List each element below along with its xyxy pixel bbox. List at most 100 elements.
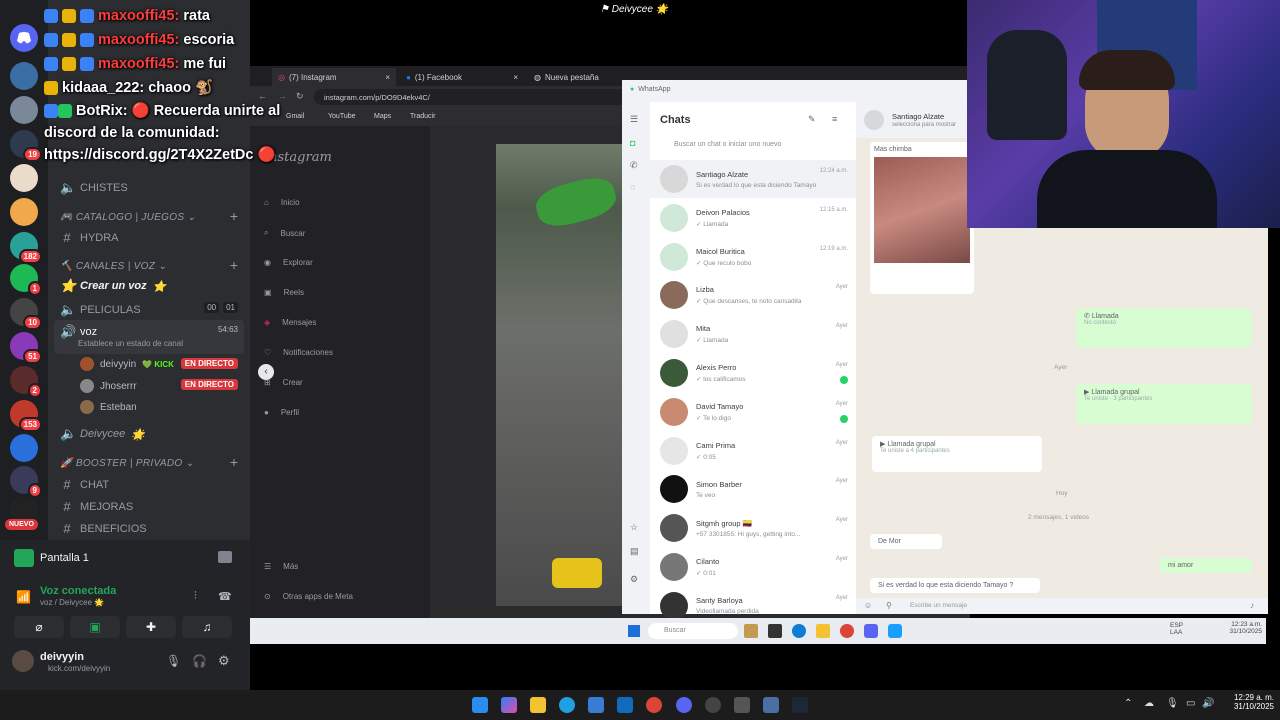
app-icon[interactable] <box>768 624 782 638</box>
outlook-icon[interactable] <box>617 697 633 713</box>
message-bubble[interactable]: mi amor <box>1160 558 1252 573</box>
contact-name[interactable]: Santiago Alzate <box>892 112 944 121</box>
headphones-icon[interactable]: 🎧 <box>192 654 207 668</box>
microphone-icon[interactable]: ♪ <box>1250 601 1254 610</box>
chat-row[interactable]: Alexis Perro ✓ los calificamos Ayer <box>650 354 856 392</box>
edge-icon[interactable] <box>559 697 575 713</box>
status-icon[interactable]: ◌ <box>630 182 635 192</box>
photo-thumbnail[interactable] <box>874 157 970 263</box>
server-icon[interactable] <box>10 434 38 462</box>
channel-mejoras[interactable]: # MEJORAS <box>60 499 133 514</box>
reel-video[interactable] <box>496 144 622 606</box>
inner-clock[interactable]: 12:23 a.m. 31/10/2025 <box>1218 621 1262 635</box>
ig-nav-profile[interactable]: ● Perfil <box>264 408 299 417</box>
menu-icon[interactable]: ☰ <box>630 114 638 125</box>
activities-button[interactable]: ✚ <box>126 616 176 638</box>
discord-icon[interactable] <box>864 624 878 638</box>
server-icon[interactable]: 182 <box>10 232 42 264</box>
channel-chat[interactable]: # CHAT <box>60 477 109 492</box>
add-channel-icon[interactable]: + <box>230 208 238 224</box>
bookmark-maps[interactable]: Maps <box>374 113 391 120</box>
chat-row[interactable]: Mita ✓ Llamada Ayer <box>650 315 856 353</box>
server-icon[interactable]: 9 <box>10 466 42 498</box>
screen-share-button[interactable]: ▣ <box>70 616 120 638</box>
server-icon[interactable]: 2 <box>10 366 42 398</box>
settings-gear-icon[interactable]: ⚙ <box>218 653 230 669</box>
close-icon[interactable]: × <box>385 73 390 82</box>
ig-nav-meta-apps[interactable]: ⊙ Otras apps de Meta <box>264 592 353 601</box>
chat-row[interactable]: Simon Barber Te veo Ayer <box>650 470 856 508</box>
chat-row[interactable]: Sitgmh group 🇨🇴 +57 3301855: Hi guys, get… <box>650 509 856 547</box>
folder-icon[interactable] <box>816 624 830 638</box>
chat-row[interactable]: Cami Prima ✓ 0:05 Ayer <box>650 432 856 470</box>
avatar[interactable] <box>12 650 34 672</box>
channel-beneficios[interactable]: # BENEFICIOS <box>60 521 146 536</box>
message-bubble[interactable]: ▶ Llamada grupal Te uniste · 3 participan… <box>1076 384 1252 424</box>
close-stream-icon[interactable] <box>218 551 232 563</box>
ig-nav-notifications[interactable]: ♡ Notificaciones <box>264 348 333 357</box>
carousel-prev-icon[interactable]: ‹ <box>258 364 274 380</box>
server-icon[interactable]: 1 <box>10 264 42 296</box>
message-bubble[interactable]: Mas chimba <box>870 142 974 294</box>
app-icon[interactable] <box>763 697 779 713</box>
edge-icon[interactable] <box>792 624 806 638</box>
server-icon[interactable]: 153 <box>10 400 42 432</box>
category-booster[interactable]: 🚀 BOOSTER | PRIVADO ⌄ <box>60 458 194 469</box>
bookmark-youtube[interactable]: YouTube <box>328 113 356 120</box>
obs-icon[interactable] <box>705 697 721 713</box>
steam-icon[interactable] <box>792 697 808 713</box>
store-icon[interactable] <box>588 697 604 713</box>
emoji-icon[interactable]: ☺ <box>864 601 872 610</box>
chrome-icon[interactable] <box>646 697 662 713</box>
taskbar-search[interactable]: Buscar <box>648 623 738 639</box>
category-catalogo[interactable]: 🎮 CATALOGO | JUEGOS ⌄ <box>60 212 196 223</box>
channel-crear-voz[interactable]: ⭐ Crear un voz ⭐ <box>60 278 166 294</box>
server-icon[interactable]: 51 <box>10 332 42 364</box>
chat-row[interactable]: David Tamayo ✓ Te lo digo Ayer <box>650 393 856 431</box>
message-bubble[interactable]: De Mor <box>870 534 942 549</box>
noise-suppression-icon[interactable]: ⫶ <box>194 590 197 603</box>
voice-user[interactable]: deivyyin 💚 KICK <box>80 357 174 371</box>
tab-instagram[interactable]: ◎ (7) Instagram × <box>272 68 396 86</box>
tab-facebook[interactable]: ● (1) Facebook × <box>400 68 524 86</box>
discord-home-icon[interactable] <box>10 24 38 52</box>
starred-icon[interactable]: ☆ <box>630 522 638 533</box>
ig-nav-more[interactable]: ☰ Más <box>264 562 298 571</box>
ig-nav-search[interactable]: ⌕ Buscar <box>264 228 305 238</box>
system-clock[interactable]: 12:29 a. m. 31/10/2025 <box>1222 693 1274 711</box>
camera-off-button[interactable]: ⌀ <box>14 616 64 638</box>
ig-nav-create[interactable]: ⊞ Crear <box>264 378 303 387</box>
windows-start-icon[interactable] <box>628 625 640 637</box>
server-icon[interactable] <box>10 198 38 226</box>
chats-icon[interactable]: ◘ <box>630 138 635 148</box>
chat-row[interactable]: Cilanto ✓ 0:01 Ayer <box>650 548 856 586</box>
channel-hydra[interactable]: # HYDRA <box>60 230 118 245</box>
server-icon[interactable]: 10 <box>10 298 42 330</box>
disconnect-icon[interactable]: ☎ <box>218 590 232 603</box>
chrome-icon[interactable] <box>840 624 854 638</box>
close-icon[interactable]: × <box>513 73 518 82</box>
chat-row[interactable]: Maicol Buritica ✓ Que reculo bobo 12:19 a.… <box>650 238 856 276</box>
microphone-icon[interactable]: 🎙 <box>166 654 181 668</box>
microphone-icon[interactable]: 🎙 <box>1166 698 1179 709</box>
chat-search-input[interactable]: Buscar un chat o iniciar uno nuevo <box>660 138 848 152</box>
message-bubble[interactable]: Si es verdad lo que esta diciendo Tamayo… <box>870 578 1040 593</box>
windows-start-icon[interactable] <box>472 697 488 713</box>
message-bubble[interactable]: ▶ Llamada grupal Te uniste a 4 participan… <box>872 436 1042 472</box>
ig-nav-explore[interactable]: ◉ Explorar <box>264 258 313 267</box>
bookmark-gmail[interactable]: Gmail <box>286 113 304 120</box>
add-channel-icon[interactable]: + <box>230 257 238 273</box>
ig-nav-messages[interactable]: ◈ Mensajes <box>264 318 316 327</box>
server-icon[interactable] <box>10 96 38 124</box>
channel-status[interactable]: Establece un estado de canal <box>78 339 183 348</box>
language-indicator[interactable]: ESP LAA <box>1170 622 1188 636</box>
app-icon[interactable] <box>734 697 750 713</box>
filter-icon[interactable]: ≡ <box>832 114 837 124</box>
server-icon[interactable] <box>10 62 38 90</box>
voice-user[interactable]: Jhoserrr <box>80 379 137 393</box>
channel-voz[interactable]: 🔊 voz <box>60 324 97 340</box>
chevron-up-icon[interactable]: ⌃ <box>1124 698 1132 709</box>
server-icon[interactable]: 19 <box>10 130 42 162</box>
settings-gear-icon[interactable]: ⚙ <box>630 574 638 585</box>
category-canales[interactable]: 🔨 CANALES | VOZ ⌄ <box>60 261 167 272</box>
